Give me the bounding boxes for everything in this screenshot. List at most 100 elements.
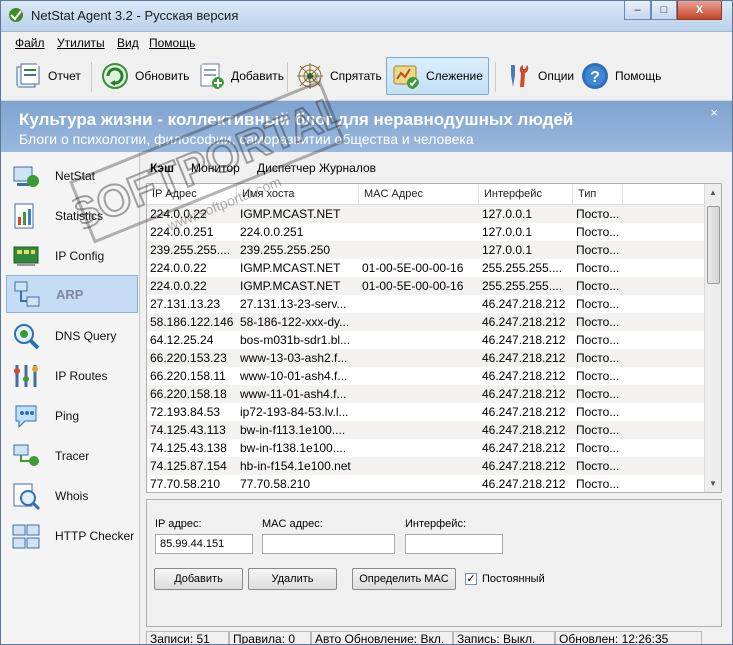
- table-cell: hb-in-f154.1e100.net: [240, 459, 351, 473]
- delete-entry-button[interactable]: Удалить: [248, 568, 337, 590]
- column-header-ip[interactable]: IP Адрес: [147, 184, 237, 204]
- status-rules: Правила: 0: [229, 631, 311, 644]
- resolve-mac-button[interactable]: Определить MAC: [352, 568, 456, 590]
- sidebar-item-tracer[interactable]: Tracer: [6, 437, 138, 475]
- tab-log-manager[interactable]: Диспетчер Журналов: [257, 161, 376, 175]
- table-cell: 66.220.158.11: [150, 369, 226, 383]
- table-cell: Посто...: [576, 405, 620, 419]
- close-button[interactable]: X: [677, 1, 722, 20]
- hide-label: Спрятать: [330, 69, 382, 83]
- table-cell: ip72-193-84-53.lv.l...: [240, 405, 349, 419]
- column-header-mac[interactable]: MAC Адрес: [359, 184, 479, 204]
- tab-bar: Кэш Монитор Диспетчер Журналов: [140, 152, 732, 182]
- table-cell: Посто...: [576, 207, 620, 221]
- scroll-down-icon[interactable]: ▼: [705, 475, 721, 492]
- interface-label: Интерфейс:: [405, 518, 466, 530]
- table-row[interactable]: 58.186.122.146 58-186-122-xxx-dy... 46.247…: [147, 313, 707, 331]
- sidebar-item-arp[interactable]: ARP: [6, 275, 138, 313]
- toolbar-separator: [91, 62, 92, 92]
- scroll-thumb[interactable]: [707, 206, 720, 284]
- table-cell: 224.0.0.22: [150, 279, 207, 293]
- tab-monitor[interactable]: Монитор: [191, 161, 240, 175]
- refresh-button[interactable]: Обновить: [96, 57, 193, 95]
- menu-utilities[interactable]: Утилиты: [57, 36, 105, 50]
- table-row[interactable]: 72.193.84.53 ip72-193-84-53.lv.l... 46.247…: [147, 403, 707, 421]
- report-button[interactable]: Отчет: [9, 57, 85, 95]
- options-label: Опции: [538, 69, 575, 83]
- monitor-label: Слежение: [426, 69, 483, 83]
- table-cell: [359, 367, 479, 385]
- table-row[interactable]: 74.125.43.138 bw-in-f138.1e100.... 46.247.…: [147, 439, 707, 457]
- mac-address-input[interactable]: [262, 534, 395, 554]
- table-cell: 46.247.218.212: [482, 297, 566, 311]
- hide-button[interactable]: Спрятать: [291, 57, 386, 95]
- table-cell: 224.0.0.251: [150, 225, 214, 239]
- report-icon: [16, 63, 40, 88]
- table-row[interactable]: 66.220.158.11 www-10-01-ash4.f... 46.247.2…: [147, 367, 707, 385]
- ip-address-input[interactable]: [155, 534, 253, 554]
- tools-icon: [511, 65, 529, 87]
- table-cell: [359, 385, 479, 403]
- table-cell: [359, 439, 479, 457]
- minimize-button[interactable]: –: [624, 1, 651, 20]
- monitor-icon: [393, 65, 419, 89]
- table-row[interactable]: 77.70.58.210 77.70.58.210 46.247.218.212 По…: [147, 475, 707, 493]
- sidebar-item-netstat[interactable]: NetStat: [6, 157, 138, 195]
- menu-view[interactable]: Вид: [117, 36, 139, 50]
- table-row[interactable]: 74.125.87.154 hb-in-f154.1e100.net 46.247.…: [147, 457, 707, 475]
- column-header-hostname[interactable]: Имя хоста: [237, 184, 359, 204]
- table-cell: www-10-01-ash4.f...: [240, 369, 348, 383]
- table-row[interactable]: 224.0.0.22 IGMP.MCAST.NET 127.0.0.1 Посто..…: [147, 205, 707, 223]
- table-cell: 46.247.218.212: [482, 387, 566, 401]
- table-row[interactable]: 224.0.0.22 IGMP.MCAST.NET 01-00-5E-00-00-1…: [147, 277, 707, 295]
- table-cell: 66.220.158.18: [150, 387, 227, 401]
- sidebar-item-ip-config[interactable]: IP Config: [6, 237, 138, 275]
- permanent-checkbox[interactable]: ✓: [465, 573, 477, 585]
- table-cell: Посто...: [576, 351, 620, 365]
- ad-banner[interactable]: Культура жизни - коллективный блог для н…: [1, 101, 732, 152]
- table-cell: 74.125.43.138: [150, 441, 227, 455]
- add-entry-button[interactable]: Добавить: [154, 568, 243, 590]
- table-row[interactable]: 64.12.25.24 bos-m031b-sdr1.bl... 46.247.21…: [147, 331, 707, 349]
- sidebar-item-label: ARP: [56, 286, 84, 302]
- sidebar-item-label: Ping: [55, 409, 80, 423]
- table-row[interactable]: 27.131.13.23 27.131.13-23-serv... 46.247.2…: [147, 295, 707, 313]
- sidebar-item-dns-query[interactable]: DNS Query: [6, 317, 138, 355]
- table-cell: 66.220.153.23: [150, 351, 227, 365]
- column-header-interface[interactable]: Интерфейс: [479, 184, 573, 204]
- table-cell: 127.0.0.1: [482, 225, 533, 239]
- table-cell: bos-m031b-sdr1.bl...: [240, 333, 351, 347]
- scroll-up-icon[interactable]: ▲: [705, 184, 721, 201]
- sidebar-item-ip-routes[interactable]: IP Routes: [6, 357, 138, 395]
- table-cell: Посто...: [576, 243, 620, 257]
- tracer-icon: [13, 444, 39, 466]
- table-row[interactable]: 224.0.0.251 224.0.0.251 127.0.0.1 Посто...: [147, 223, 707, 241]
- table-row[interactable]: 224.0.0.22 IGMP.MCAST.NET 01-00-5E-00-00-1…: [147, 259, 707, 277]
- vertical-scrollbar[interactable]: ▲ ▼: [704, 184, 721, 492]
- interface-input[interactable]: [405, 534, 503, 554]
- maximize-button[interactable]: □: [651, 1, 677, 20]
- options-button[interactable]: Опции: [499, 57, 578, 95]
- add-label: Добавить: [231, 69, 285, 83]
- monitor-button[interactable]: Слежение: [386, 57, 489, 95]
- sidebar-item-ping[interactable]: Ping: [6, 397, 138, 435]
- help-button[interactable]: ? Помощь: [576, 57, 665, 95]
- add-button[interactable]: Добавить: [192, 57, 288, 95]
- sidebar-item-http-checker[interactable]: HTTP Checker: [6, 517, 138, 555]
- table-cell: 27.131.13-23-serv...: [240, 297, 347, 311]
- menu-help[interactable]: Помощь: [149, 36, 195, 50]
- menu-file[interactable]: Файл: [15, 36, 45, 50]
- sidebar-item-whois[interactable]: Whois: [6, 477, 138, 515]
- http-checker-icon: [12, 524, 40, 549]
- table-row[interactable]: 66.220.153.23 www-13-03-ash2.f... 46.247.2…: [147, 349, 707, 367]
- table-cell: 77.70.58.210: [150, 477, 221, 491]
- banner-close-icon[interactable]: ×: [710, 105, 718, 120]
- sidebar-item-statistics[interactable]: Statistics: [6, 197, 138, 235]
- table-cell: Посто...: [576, 477, 620, 491]
- table-row[interactable]: 66.220.158.18 www-11-01-ash4.f... 46.247.2…: [147, 385, 707, 403]
- column-header-type[interactable]: Тип: [573, 184, 623, 204]
- tab-cache[interactable]: Кэш: [150, 161, 174, 175]
- table-row[interactable]: 74.125.43.113 bw-in-f113.1e100.... 46.247.…: [147, 421, 707, 439]
- table-cell: Посто...: [576, 333, 620, 347]
- table-row[interactable]: 239.255.255.... 239.255.255.250 127.0.0.1 П…: [147, 241, 707, 259]
